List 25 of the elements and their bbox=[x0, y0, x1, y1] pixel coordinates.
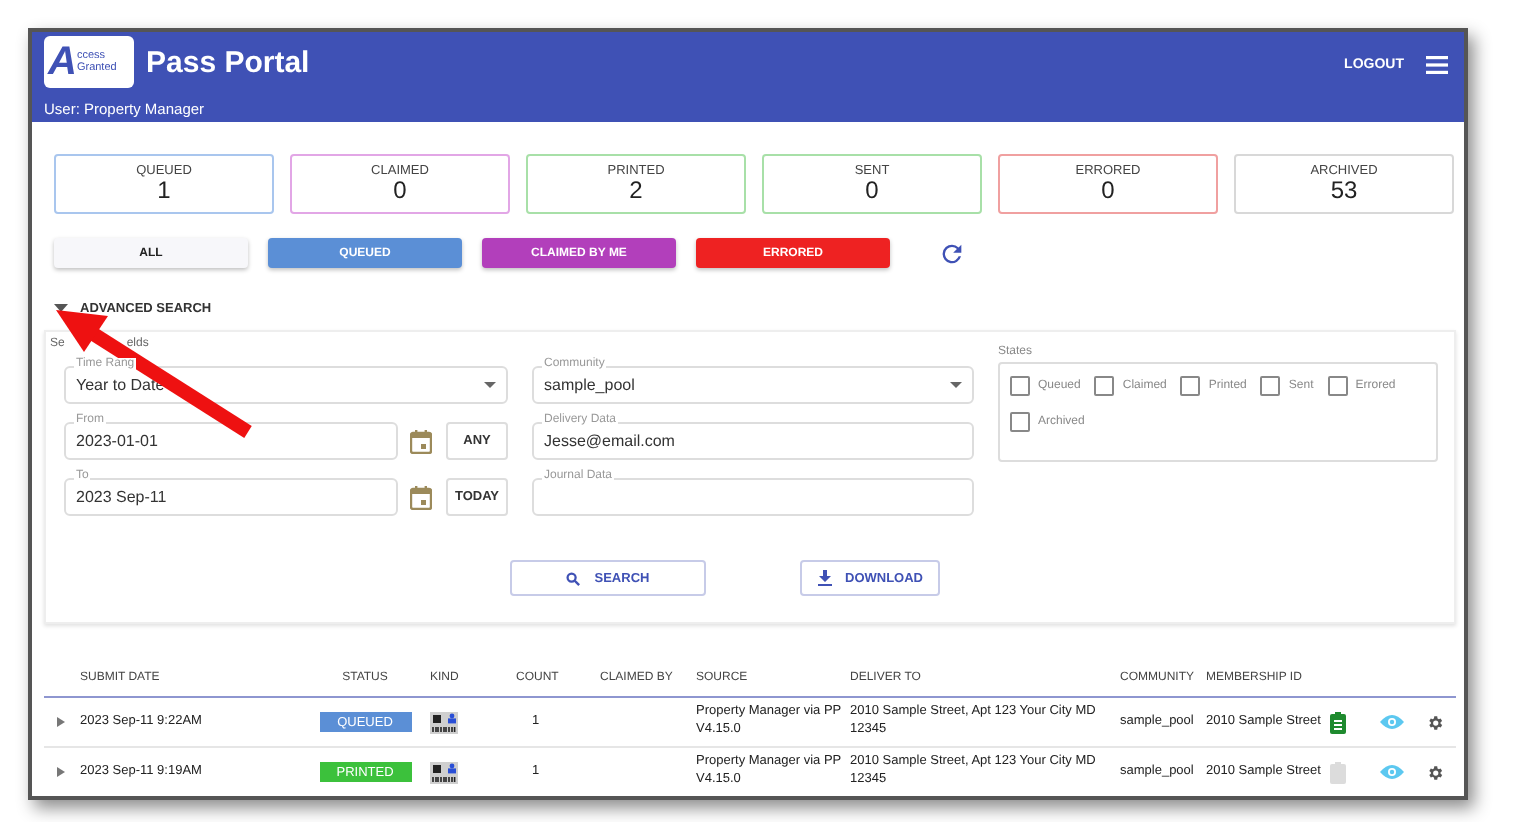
expand-icon[interactable] bbox=[56, 766, 66, 778]
menu-icon[interactable] bbox=[1426, 55, 1448, 73]
clipboard-icon[interactable] bbox=[1330, 761, 1346, 783]
checkbox[interactable] bbox=[1260, 376, 1281, 396]
eye-icon[interactable] bbox=[1380, 764, 1404, 780]
pass-card-icon bbox=[430, 711, 458, 733]
pass-card-icon bbox=[430, 761, 458, 783]
calendar-icon[interactable] bbox=[410, 429, 432, 453]
checkbox[interactable] bbox=[1180, 376, 1201, 396]
expand-icon[interactable] bbox=[56, 716, 66, 728]
checkbox[interactable] bbox=[1010, 412, 1030, 432]
settings-icon[interactable] bbox=[1426, 763, 1444, 781]
refresh-icon[interactable] bbox=[938, 239, 966, 267]
checkbox[interactable] bbox=[1094, 376, 1115, 396]
settings-icon[interactable] bbox=[1426, 713, 1444, 731]
download-icon bbox=[817, 570, 831, 586]
checkbox[interactable] bbox=[1010, 376, 1030, 396]
eye-icon[interactable] bbox=[1380, 714, 1404, 730]
dropdown-icon[interactable] bbox=[950, 381, 962, 389]
app-title: Pass Portal bbox=[146, 45, 310, 79]
checkbox[interactable] bbox=[1327, 376, 1348, 396]
clipboard-icon[interactable] bbox=[1330, 711, 1346, 733]
calendar-icon[interactable] bbox=[410, 485, 432, 509]
dropdown-icon[interactable] bbox=[484, 381, 496, 389]
search-icon bbox=[566, 571, 581, 585]
